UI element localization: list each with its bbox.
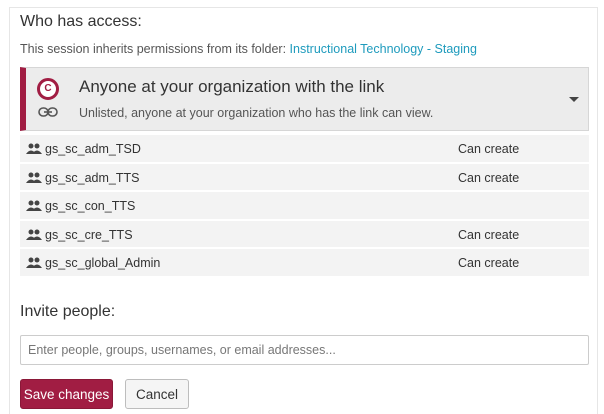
sharing-level-title: Anyone at your organization with the lin…: [79, 77, 385, 96]
member-permission[interactable]: Can create: [458, 256, 519, 270]
inherit-permissions-note: This session inherits permissions from i…: [20, 42, 477, 56]
member-permission[interactable]: Can create: [458, 228, 519, 242]
inherit-note-text: This session inherits permissions from i…: [20, 42, 290, 56]
member-name: gs_sc_adm_TTS: [45, 170, 140, 185]
member-row: gs_sc_adm_TTS Can create: [20, 163, 589, 193]
folder-link[interactable]: Instructional Technology - Staging: [290, 42, 477, 56]
member-name: gs_sc_adm_TSD: [45, 142, 141, 156]
group-icon: [26, 143, 42, 154]
member-row: gs_sc_cre_TTS Can create: [20, 220, 589, 250]
member-permission[interactable]: Can create: [458, 171, 519, 185]
invite-people-input[interactable]: [20, 335, 589, 365]
save-changes-button[interactable]: Save changes: [20, 379, 113, 409]
member-row: gs_sc_global_Admin Can create: [20, 249, 589, 278]
link-sharing-dropdown[interactable]: C Anyone at your organization with the l…: [20, 67, 589, 131]
group-icon: [26, 257, 42, 269]
member-name: gs_sc_global_Admin: [45, 256, 161, 271]
link-icon: [38, 107, 58, 117]
group-icon: [26, 172, 42, 183]
invite-people-heading: Invite people:: [20, 303, 116, 320]
sharing-panel: Who has access: This session inherits pe…: [9, 7, 598, 414]
group-icon: [26, 229, 42, 240]
member-name: gs_sc_con_TTS: [45, 199, 136, 214]
member-row: gs_sc_adm_TSD Can create: [20, 135, 589, 164]
caret-down-icon[interactable]: [569, 97, 579, 102]
member-list: gs_sc_adm_TSD Can create gs_sc_adm_TTS C…: [20, 135, 589, 278]
organization-logo-icon: C: [37, 78, 59, 100]
member-row: gs_sc_con_TTS: [20, 192, 589, 221]
member-name: gs_sc_cre_TTS: [45, 227, 133, 242]
sharing-level-description: Unlisted, anyone at your organization wh…: [79, 106, 434, 120]
member-permission[interactable]: Can create: [458, 142, 519, 156]
who-has-access-heading: Who has access:: [20, 13, 142, 30]
cancel-button[interactable]: Cancel: [125, 379, 189, 409]
group-icon: [26, 200, 42, 212]
